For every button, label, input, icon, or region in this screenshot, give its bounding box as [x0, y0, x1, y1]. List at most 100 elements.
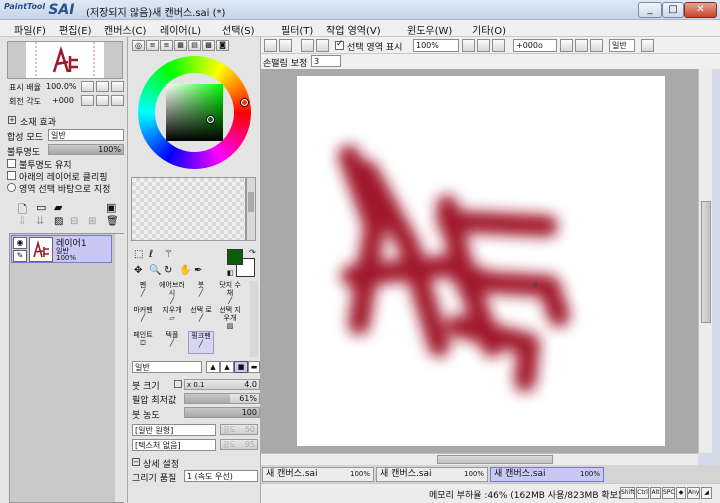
brush-mode-select[interactable]: 일반: [132, 361, 202, 373]
blend-mode-select[interactable]: 일반: [48, 129, 124, 141]
marquee-icon[interactable]: ⬚: [134, 249, 143, 260]
shape-strength-slider[interactable]: 강도 50: [220, 424, 258, 435]
layer-mask-icon[interactable]: ▣: [106, 201, 116, 214]
canvas-rotate-left-icon[interactable]: [560, 39, 573, 52]
rgb-slider-mode-icon[interactable]: ≡: [146, 40, 159, 51]
zoom-icon[interactable]: 🔍: [149, 265, 161, 276]
clip-lower-checkbox[interactable]: [7, 171, 16, 180]
hsv-slider-mode-icon[interactable]: ≡: [160, 40, 173, 51]
navigator-preview[interactable]: [7, 41, 123, 79]
quality-select[interactable]: 1 (속도 우선): [184, 470, 258, 482]
preserve-opacity-checkbox[interactable]: [7, 159, 16, 168]
menu-workspace[interactable]: 작업 영역(V): [326, 22, 381, 37]
canvas-zoom-out-icon[interactable]: [462, 39, 475, 52]
rotate-icon[interactable]: ↻: [164, 265, 172, 276]
new-folder-icon[interactable]: ▰: [54, 201, 62, 214]
tool-select-eraser[interactable]: 선택 지우개 ▨: [217, 306, 243, 329]
horizontal-scrollbar[interactable]: [261, 453, 698, 465]
stabilizer-select[interactable]: 3: [311, 55, 341, 67]
canvas-area[interactable]: [261, 69, 698, 453]
menu-window[interactable]: 윈도우(W): [407, 22, 452, 37]
magic-wand-icon[interactable]: ⚚: [164, 249, 173, 260]
menu-other[interactable]: 기타(O): [472, 22, 506, 37]
menu-file[interactable]: 파일(F): [14, 22, 46, 37]
color-picker-mode-icon[interactable]: ◙: [216, 40, 229, 51]
color-wheel[interactable]: [138, 56, 251, 169]
tool-eraser[interactable]: 지우개 ▱: [159, 306, 185, 329]
zoom-field[interactable]: 100.0%: [44, 81, 78, 92]
scratch-scrollbar[interactable]: [246, 177, 256, 241]
zoom-reset-button[interactable]: [111, 81, 124, 92]
rotate-left-button[interactable]: [81, 95, 94, 106]
merge-visible-icon[interactable]: ⊟: [70, 216, 78, 227]
tool-pen[interactable]: 펜 ╱: [130, 281, 156, 304]
menu-canvas[interactable]: 캔버스(C): [104, 22, 146, 37]
canvas-rotate-right-icon[interactable]: [575, 39, 588, 52]
menu-filter[interactable]: 필터(T): [281, 22, 313, 37]
primary-color-swatch[interactable]: [227, 249, 243, 265]
vertical-scroll-thumb[interactable]: [701, 201, 711, 323]
min-size-slider[interactable]: 61%: [184, 393, 260, 404]
layer-scrollbar[interactable]: [115, 234, 124, 502]
flip-icon[interactable]: [641, 39, 654, 52]
shape-soft-icon[interactable]: ▲: [206, 361, 220, 373]
brush-lock-icon[interactable]: ✎: [13, 250, 27, 262]
tab-canvas-3[interactable]: 새 캔버스.sai 100%: [490, 467, 604, 482]
tool-bucket[interactable]: 페인트 ⛋: [130, 331, 156, 354]
tool-marker[interactable]: 마커펜 ╱: [130, 306, 156, 329]
tool-airbrush[interactable]: 에어브러시 ╱: [159, 281, 185, 304]
deselect-icon[interactable]: [301, 39, 314, 52]
tool-select[interactable]: 선택 로 ╱: [188, 306, 214, 329]
lasso-icon[interactable]: ℓ: [149, 249, 153, 260]
eyedropper-icon[interactable]: ✒: [194, 265, 202, 276]
shape-medium-icon[interactable]: ▲: [220, 361, 234, 373]
scratch-mode-icon[interactable]: ▩: [202, 40, 215, 51]
tool-brush[interactable]: 붓 ╱: [188, 281, 214, 304]
maximize-button[interactable]: □: [662, 2, 684, 18]
minimize-button[interactable]: _: [638, 2, 662, 18]
visibility-eye-icon[interactable]: ◉: [13, 237, 27, 249]
shape-hard-icon[interactable]: ■: [234, 361, 248, 373]
shape-flat-icon[interactable]: ▬: [248, 361, 260, 373]
tool-binary-pen[interactable]: 텍플 ╱: [159, 331, 185, 354]
horizontal-scroll-thumb[interactable]: [437, 455, 553, 464]
canvas-mode-select[interactable]: 일반: [609, 39, 635, 52]
color-wheel-mode-icon[interactable]: ◎: [132, 40, 145, 51]
move-icon[interactable]: ✥: [134, 265, 142, 276]
expand-icon[interactable]: +: [8, 116, 16, 124]
collapse-icon[interactable]: −: [132, 458, 140, 466]
selection-source-radio[interactable]: [7, 183, 16, 192]
tool-ink-pen[interactable]: 핑크펜 ╱: [188, 331, 214, 354]
undo-icon[interactable]: [264, 39, 277, 52]
swap-colors-icon[interactable]: ↷: [249, 248, 256, 257]
swatch-mode-icon[interactable]: ▤: [188, 40, 201, 51]
canvas-rotate-select[interactable]: +000o: [513, 39, 557, 52]
saturation-value-square[interactable]: [166, 84, 223, 141]
clear-layer-icon[interactable]: ▨: [54, 216, 63, 227]
rotate-field[interactable]: +000: [50, 95, 76, 106]
scratch-pad[interactable]: [131, 177, 246, 241]
reset-colors-icon[interactable]: ◧: [227, 269, 234, 277]
canvas-zoom-in-icon[interactable]: [477, 39, 490, 52]
density-slider[interactable]: 100: [184, 407, 260, 418]
delete-layer-icon[interactable]: 🗑: [106, 216, 119, 227]
zoom-out-button[interactable]: [81, 81, 94, 92]
merge-down-icon[interactable]: ⇊: [36, 216, 44, 227]
rotate-right-button[interactable]: [96, 95, 109, 106]
canvas-rotate-reset-icon[interactable]: [590, 39, 603, 52]
tool-watercolor[interactable]: 닷지 수채 ╱: [217, 281, 243, 304]
brush-shape-select[interactable]: [일반 원형]: [132, 424, 216, 436]
zoom-in-button[interactable]: [96, 81, 109, 92]
tab-canvas-1[interactable]: 새 캔버스.sai 100%: [262, 467, 374, 482]
rotate-reset-button[interactable]: [111, 95, 124, 106]
menu-edit[interactable]: 편집(E): [59, 22, 92, 37]
show-selection-checkbox[interactable]: [335, 39, 344, 50]
redo-icon[interactable]: [279, 39, 292, 52]
canvas-zoom-select[interactable]: 100%: [413, 39, 459, 52]
canvas-zoom-reset-icon[interactable]: [492, 39, 505, 52]
transfer-down-icon[interactable]: ⇩: [18, 216, 26, 227]
invert-selection-icon[interactable]: [316, 39, 329, 52]
menu-layer[interactable]: 레이어(L): [160, 22, 201, 37]
tool-scrollbar[interactable]: [250, 281, 258, 357]
canvas[interactable]: [297, 76, 665, 446]
